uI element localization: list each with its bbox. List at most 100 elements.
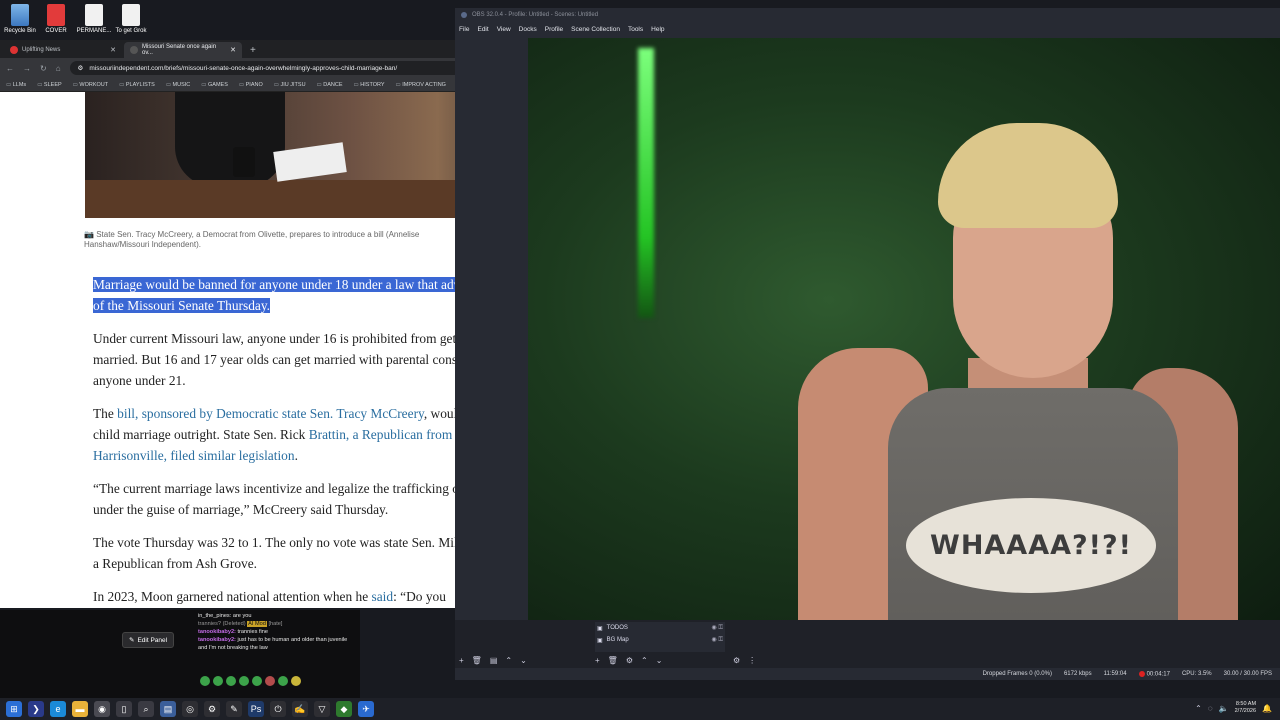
clock[interactable]: 8:50 AM 2/7/2026 [1235, 701, 1256, 715]
filter-icon[interactable]: ▤ [490, 656, 498, 665]
desktop-icon-recycle-bin[interactable]: Recycle Bin [2, 4, 38, 34]
paint-icon[interactable]: ✍ [292, 701, 308, 717]
obs-menu-item[interactable]: Profile [545, 26, 563, 33]
obs-menu-item[interactable]: Help [651, 26, 664, 33]
chat-username[interactable]: tanookibaby2: [198, 629, 236, 635]
site-info-icon[interactable]: ⚙ [78, 64, 84, 72]
volume-icon[interactable]: 🔈 [1219, 704, 1229, 713]
desktop-icon-cover[interactable]: COVER [38, 4, 74, 34]
bookmark-folder[interactable]: PIANO [239, 82, 263, 88]
chrome-icon[interactable]: ◉ [94, 701, 110, 717]
edge-icon[interactable]: e [50, 701, 66, 717]
vpn-icon[interactable]: ▽ [314, 701, 330, 717]
pencil-icon: ✎ [129, 637, 135, 644]
bookmark-folder[interactable]: LLMs [6, 82, 26, 88]
bookmark-folder[interactable]: MUSIC [166, 82, 191, 88]
power-icon[interactable]: ⏻ [270, 701, 286, 717]
dropped-frames: Dropped Frames 0 (0.0%) [982, 671, 1052, 677]
trash-icon[interactable]: 🗑 [472, 656, 482, 665]
said-link[interactable]: said [372, 589, 394, 604]
new-tab-button[interactable]: + [244, 45, 262, 58]
emote-icon[interactable] [213, 676, 223, 686]
start-windows-icon[interactable]: ⊞ [6, 701, 22, 717]
android-icon[interactable]: ◆ [336, 701, 352, 717]
source-name: BG Map [606, 637, 629, 643]
cpu-usage: CPU: 3.5% [1181, 671, 1212, 677]
gear-icon[interactable]: ⚙ [626, 656, 633, 665]
file-icon[interactable]: ▯ [116, 701, 132, 717]
emote-icon[interactable] [226, 676, 236, 686]
more-menu-icon[interactable]: ⋮ [748, 656, 756, 665]
emote-icon[interactable] [200, 676, 210, 686]
visibility-eye-icon[interactable]: ◉ ⚿ [712, 624, 723, 632]
bookmark-folder[interactable]: PLAYLISTS [119, 82, 155, 88]
obs-menu-item[interactable]: File [459, 26, 469, 33]
shirt-print: WHAAAA?!?! [906, 498, 1156, 593]
bill-link[interactable]: bill, sponsored by Democratic state Sen.… [117, 406, 424, 421]
emote-icon[interactable] [239, 676, 249, 686]
source-row[interactable]: ▣ TODOS ◉ ⚿ [595, 622, 725, 634]
close-icon[interactable]: ✕ [110, 46, 116, 54]
close-icon[interactable]: ✕ [230, 46, 236, 54]
obs-menu-item[interactable]: Tools [628, 26, 643, 33]
chat-message: in_the_pines: are you [198, 612, 358, 620]
tab-uplifting-news[interactable]: Uplifting News ✕ [4, 42, 122, 58]
down-arrow-icon[interactable]: ⌄ [656, 656, 663, 665]
photoshop-icon[interactable]: Ps [248, 701, 264, 717]
tab-bar: Uplifting News ✕ Missouri Senate once aga… [0, 40, 527, 58]
edit-panel-button[interactable]: ✎ Edit Panel [122, 632, 175, 648]
text-run: In 2023, Moon garnered national attentio… [93, 589, 372, 604]
bookmark-folder[interactable]: IMPROV ACTING [396, 82, 446, 88]
chat-username[interactable]: tanookibaby2: [198, 637, 236, 643]
add-icon[interactable]: + [595, 656, 600, 665]
palette-icon[interactable]: ✎ [226, 701, 242, 717]
up-arrow-icon[interactable]: ⌃ [505, 656, 512, 665]
folder-icon[interactable]: ▬ [72, 701, 88, 717]
obs-menu-item[interactable]: Scene Collection [571, 26, 620, 33]
back-icon[interactable]: ← [6, 64, 14, 73]
recycle-bin-icon [11, 4, 29, 26]
obs-menu-item[interactable]: Docks [519, 26, 537, 33]
wifi-icon[interactable]: ◌ [1208, 704, 1213, 713]
notification-bell-icon[interactable]: 🔔 [1262, 704, 1272, 713]
bookmark-folder[interactable]: HISTORY [354, 82, 384, 88]
emote-icon[interactable] [252, 676, 262, 686]
obs-menubar: File Edit View Docks Profile Scene Collection… [455, 22, 1280, 36]
emote-icon[interactable] [265, 676, 275, 686]
obs-menu-item[interactable]: View [497, 26, 511, 33]
address-bar[interactable]: ⚙ missouriindependent.com/briefs/missour… [69, 61, 507, 75]
settings-icon[interactable]: ⚙ [204, 701, 220, 717]
text-run: The [93, 406, 118, 421]
reload-icon[interactable]: ↻ [40, 64, 47, 73]
desktop-icon-grok[interactable]: To get Grok [113, 4, 149, 34]
forward-icon[interactable]: → [23, 64, 31, 73]
bookmark-folder[interactable]: GAMES [201, 82, 228, 88]
obs-icon[interactable]: ◎ [182, 701, 198, 717]
home-icon[interactable]: ⌂ [56, 64, 61, 73]
bookmark-folder[interactable]: SLEEP [37, 82, 62, 88]
notes-icon[interactable]: ▤ [160, 701, 176, 717]
app-icon[interactable]: ❯ [28, 701, 44, 717]
tab-missouri-senate[interactable]: Missouri Senate once again ov... ✕ [124, 42, 242, 58]
add-icon[interactable]: + [459, 656, 464, 665]
chat-panel: ✎ Edit Panel in_the_pines: are you tranni… [0, 610, 360, 698]
trash-icon[interactable]: 🗑 [608, 656, 618, 665]
obs-menu-item[interactable]: Edit [477, 26, 488, 33]
up-arrow-icon[interactable]: ⌃ [641, 656, 648, 665]
emote-icon[interactable] [291, 676, 301, 686]
visibility-eye-icon[interactable]: ◉ ⚿ [712, 636, 723, 644]
mixer-settings-icon[interactable]: ⚙ [733, 656, 740, 665]
search-icon[interactable]: ⌕ [138, 701, 154, 717]
bookmark-folder[interactable]: DANCE [317, 82, 342, 88]
bookmark-folder[interactable]: WORKOUT [73, 82, 108, 88]
down-arrow-icon[interactable]: ⌄ [520, 656, 527, 665]
obs-preview[interactable]: WHAAAA?!?! [528, 38, 1280, 620]
desktop-icon-permanent[interactable]: PERMANE... [76, 4, 112, 34]
chat-text: trannies? (Deleted) [198, 621, 246, 627]
bookmark-folder[interactable]: JIU JITSU [274, 82, 305, 88]
source-row[interactable]: ▣ BG Map ◉ ⚿ [595, 634, 725, 646]
obs-statusbar: Dropped Frames 0 (0.0%) 6172 kbps 11:59:… [455, 668, 1280, 680]
emote-icon[interactable] [278, 676, 288, 686]
word-icon[interactable]: ✈ [358, 701, 374, 717]
tray-chevron-icon[interactable]: ⌃ [1195, 704, 1202, 713]
